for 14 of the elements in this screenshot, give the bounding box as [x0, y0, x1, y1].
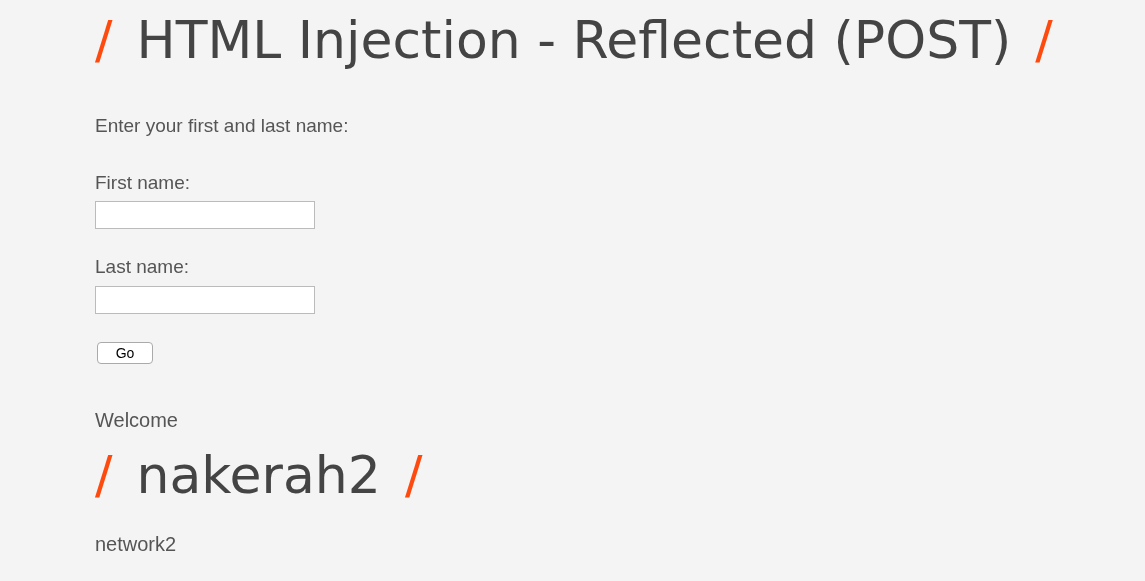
welcome-text: Welcome — [95, 407, 179, 433]
slash-mark: / — [95, 443, 113, 507]
injected-heading: nakerah2 — [136, 443, 381, 507]
intro-text: Enter your first and last name: — [95, 114, 350, 138]
slash-mark: / — [1035, 9, 1053, 72]
field-label: First name: — [95, 170, 192, 195]
field-label: Last name: — [95, 255, 190, 279]
slash-mark: / — [95, 9, 113, 72]
go-button[interactable]: Go — [97, 341, 153, 364]
injected-text: network2 — [95, 531, 178, 557]
page-title: HTML Injection - Reflected (POST) — [136, 9, 1012, 72]
text-input[interactable] — [95, 285, 315, 314]
text-input[interactable] — [95, 201, 315, 229]
slash-mark: / — [404, 443, 423, 507]
